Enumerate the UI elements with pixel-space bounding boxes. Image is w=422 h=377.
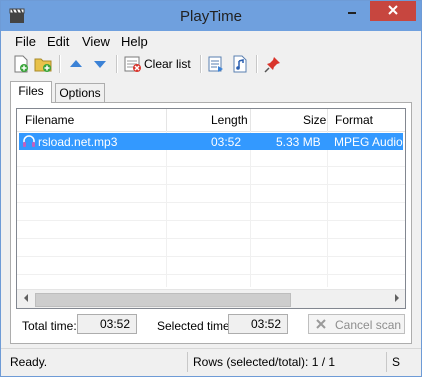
export-icon[interactable]	[207, 55, 225, 73]
tab-files[interactable]: Files	[10, 81, 52, 103]
menu-view[interactable]: View	[82, 34, 110, 49]
add-folder-icon[interactable]	[34, 55, 52, 73]
status-divider	[187, 352, 188, 372]
cancel-icon	[316, 319, 326, 329]
tab-options[interactable]: Options	[55, 83, 105, 102]
empty-row	[17, 221, 405, 239]
toolbar-separator	[256, 55, 258, 73]
empty-row	[17, 203, 405, 221]
horizontal-scrollbar[interactable]	[17, 289, 405, 308]
empty-row	[17, 167, 405, 185]
status-rows: Rows (selected/total): 1 / 1	[193, 355, 336, 369]
table-row[interactable]: rsload.net.mp3 03:52 5.33 MB MPEG Audio	[19, 133, 403, 150]
files-panel: Filename Length Size Format rsload.net.m…	[10, 102, 412, 344]
scroll-right-button[interactable]	[388, 290, 405, 308]
grid-line	[166, 131, 167, 287]
empty-row	[17, 149, 405, 167]
headphones-icon	[23, 135, 35, 147]
cancel-scan-button[interactable]: Cancel scan	[308, 314, 405, 334]
toolbar-separator	[116, 55, 118, 73]
minimize-icon	[348, 12, 356, 14]
grid-line	[327, 131, 328, 287]
empty-row	[17, 239, 405, 257]
scroll-thumb[interactable]	[35, 293, 291, 307]
grid-line	[250, 131, 251, 287]
time-summary: Total time: 03:52 Selected time: 03:52 C…	[11, 311, 411, 341]
status-divider	[386, 352, 387, 372]
arrow-right-icon	[394, 294, 399, 302]
toolbar: Clear list	[1, 51, 421, 77]
column-divider[interactable]	[250, 109, 251, 131]
move-up-icon[interactable]	[67, 55, 85, 73]
total-time-label: Total time:	[22, 319, 77, 333]
minimize-button[interactable]	[339, 1, 365, 21]
column-divider[interactable]	[327, 109, 328, 131]
selected-time-field: 03:52	[228, 314, 288, 334]
add-file-icon[interactable]	[12, 55, 30, 73]
list-header: Filename Length Size Format	[17, 109, 405, 132]
clear-list-icon	[124, 56, 141, 72]
move-down-icon[interactable]	[91, 55, 109, 73]
clear-list-label: Clear list	[144, 57, 191, 71]
menu-edit[interactable]: Edit	[47, 34, 69, 49]
cell-filename: rsload.net.mp3	[38, 135, 118, 149]
cell-format: MPEG Audio	[334, 135, 403, 149]
toolbar-separator	[200, 55, 202, 73]
file-list[interactable]: Filename Length Size Format rsload.net.m…	[16, 108, 406, 309]
status-extra: S	[392, 355, 401, 369]
arrow-left-icon	[23, 294, 28, 302]
close-button[interactable]	[370, 1, 416, 21]
selected-time-label: Selected time:	[157, 319, 234, 333]
column-header-filename[interactable]: Filename	[25, 113, 74, 127]
cancel-scan-label: Cancel scan	[335, 318, 402, 332]
cell-size: 5.33 MB	[276, 135, 321, 149]
column-header-size[interactable]: Size	[303, 113, 326, 127]
column-header-length[interactable]: Length	[211, 113, 248, 127]
menu-bar: File Edit View Help	[1, 31, 421, 51]
app-window: PlayTime File Edit View Help Clear list …	[0, 0, 422, 377]
menu-help[interactable]: Help	[121, 34, 148, 49]
menu-file[interactable]: File	[15, 34, 36, 49]
empty-row	[17, 257, 405, 275]
total-time-field: 03:52	[77, 314, 137, 334]
status-ready: Ready.	[10, 355, 48, 369]
pin-icon[interactable]	[264, 55, 282, 73]
column-divider[interactable]	[166, 109, 167, 131]
status-bar: Ready. Rows (selected/total): 1 / 1 S	[1, 348, 421, 376]
title-bar[interactable]: PlayTime	[1, 1, 421, 31]
empty-row	[17, 185, 405, 203]
close-icon	[388, 5, 398, 15]
cell-length: 03:52	[211, 135, 242, 149]
music-file-icon[interactable]	[231, 55, 249, 73]
scroll-left-button[interactable]	[17, 290, 34, 308]
toolbar-separator	[59, 55, 61, 73]
column-header-format[interactable]: Format	[335, 113, 373, 127]
